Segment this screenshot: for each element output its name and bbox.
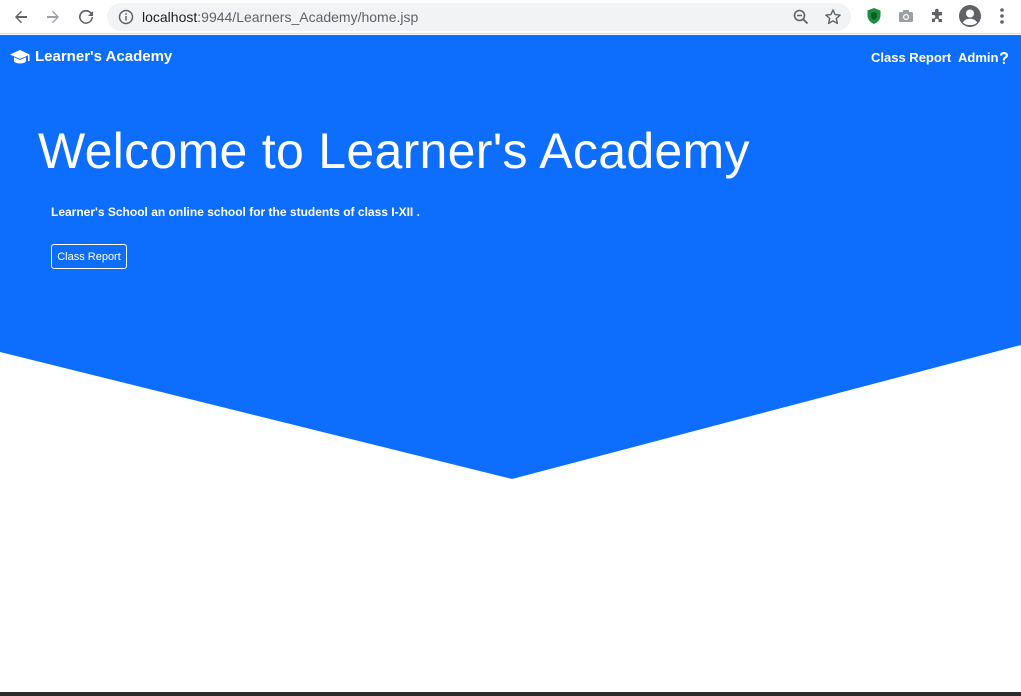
hero-background-shape <box>0 35 1021 479</box>
url-host: localhost <box>142 9 198 25</box>
more-menu-icon[interactable] <box>992 6 1012 26</box>
zoom-out-icon[interactable] <box>792 8 810 26</box>
graduation-cap-icon <box>10 49 30 63</box>
star-icon[interactable] <box>824 8 842 26</box>
forward-button[interactable] <box>40 4 66 30</box>
shield-extension-icon[interactable] <box>864 6 884 26</box>
back-arrow-icon <box>15 10 27 24</box>
question-mark-icon[interactable] <box>998 51 1010 65</box>
forward-arrow-icon <box>47 10 59 24</box>
class-report-button[interactable]: Class Report <box>51 244 127 269</box>
back-button[interactable] <box>8 4 34 30</box>
brand-name: Learner's Academy <box>35 48 173 65</box>
reload-icon <box>79 9 93 24</box>
puzzle-extensions-icon[interactable] <box>928 6 948 26</box>
brand-link[interactable]: Learner's Academy <box>10 48 172 65</box>
hero-title: Welcome to Learner's Academy <box>38 123 750 179</box>
hero-subtitle: Learner's School an online school for th… <box>51 205 420 219</box>
url-text[interactable]: localhost:9944/Learners_Academy/home.jsp <box>142 9 418 25</box>
url-path: :9944/Learners_Academy/home.jsp <box>197 9 419 25</box>
info-icon[interactable] <box>118 9 134 25</box>
profile-avatar-icon[interactable] <box>958 4 982 28</box>
reload-button[interactable] <box>73 4 99 30</box>
navbar: Learner's Academy Class Report Admin <box>0 35 1021 81</box>
browser-toolbar: localhost:9944/Learners_Academy/home.jsp <box>0 0 1021 34</box>
taskbar-edge <box>0 692 1021 696</box>
nav-link-admin[interactable]: Admin <box>958 50 998 65</box>
address-bar[interactable]: localhost:9944/Learners_Academy/home.jsp <box>107 3 851 31</box>
hero-section <box>0 35 1021 480</box>
nav-link-class-report[interactable]: Class Report <box>871 50 951 65</box>
camera-icon[interactable] <box>896 6 916 26</box>
